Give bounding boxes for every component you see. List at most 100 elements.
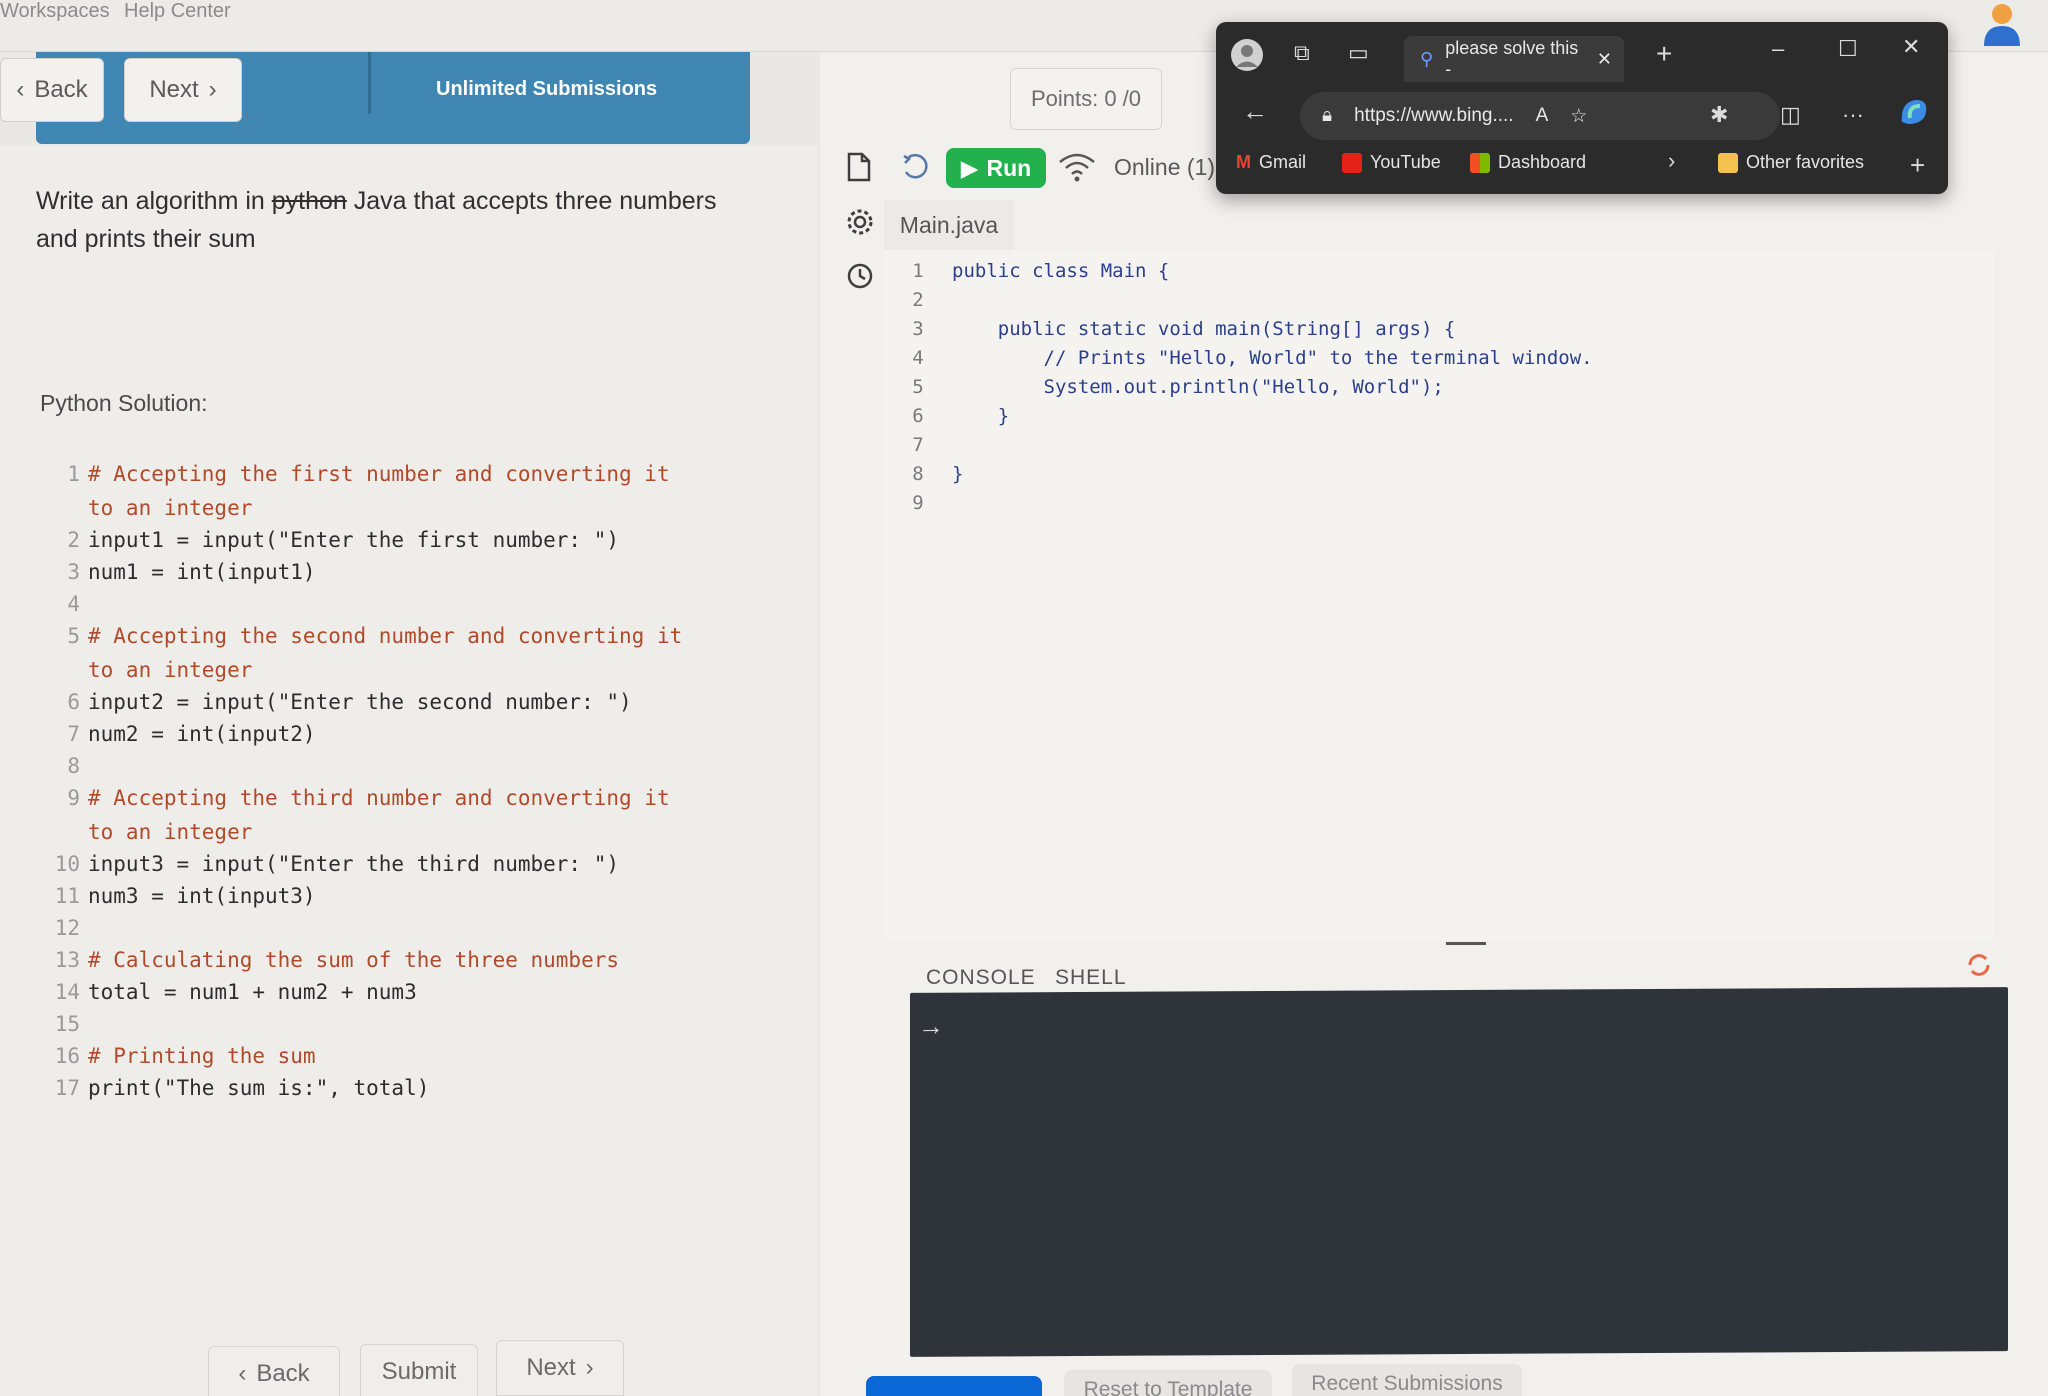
new-tab-icon[interactable]: + xyxy=(1656,38,1672,70)
bookmark-gmail[interactable]: M Gmail xyxy=(1236,152,1306,173)
back-button[interactable]: ‹ Back xyxy=(0,58,104,122)
address-bar[interactable]: 🔒︎ https://www.bing.... A ☆ xyxy=(1300,92,1780,140)
code-text: } xyxy=(952,405,1010,427)
browser-window: ⧉ ▭ ⚲ please solve this - ✕ + – ☐ ✕ ← 🔒︎… xyxy=(1216,22,1948,194)
line-number: 15 xyxy=(54,1012,80,1036)
wifi-icon xyxy=(1058,152,1096,189)
close-window-icon[interactable]: ✕ xyxy=(1902,34,1920,60)
refresh-icon[interactable] xyxy=(1966,952,1992,978)
python-code-line: to an integer xyxy=(42,820,252,844)
code-text: num2 = int(input2) xyxy=(88,722,316,746)
resize-handle[interactable] xyxy=(1446,942,1486,945)
footer-back-button[interactable]: ‹ Back xyxy=(208,1346,340,1396)
line-number: 17 xyxy=(54,1076,80,1100)
line-number: 10 xyxy=(54,852,80,876)
submissions-label: Unlimited Submissions xyxy=(436,78,658,100)
run-button[interactable]: ▶ Run xyxy=(946,148,1046,188)
code-text: to an integer xyxy=(88,820,253,844)
line-number: 6 xyxy=(67,690,80,714)
line-number: 6 xyxy=(912,405,924,427)
code-text: input3 = input("Enter the third number: … xyxy=(88,852,620,876)
python-code-line: 16 # Printing the sum xyxy=(42,1044,316,1068)
line-number: 3 xyxy=(912,318,924,340)
split-screen-icon[interactable]: ◫ xyxy=(1780,102,1801,128)
python-code-line: 5 # Accepting the second number and conve… xyxy=(42,624,682,648)
reset-template-button[interactable]: Reset to Template xyxy=(1064,1370,1272,1396)
line-number: 12 xyxy=(54,916,80,940)
code-text: input1 = input("Enter the first number: … xyxy=(88,528,620,552)
nav-workspaces[interactable]: Workspaces xyxy=(0,0,110,23)
profile-icon[interactable] xyxy=(1230,38,1264,78)
console-output[interactable]: → xyxy=(910,987,2008,1357)
read-aloud-icon[interactable]: A xyxy=(1536,105,1549,127)
file-icon[interactable] xyxy=(846,152,872,189)
header-divider xyxy=(368,52,371,114)
line-number: 11 xyxy=(54,884,80,908)
python-code-line: 1 # Accepting the first number and conver… xyxy=(42,462,670,486)
python-code-line: to an integer xyxy=(42,496,252,520)
clock-icon[interactable] xyxy=(846,262,874,297)
python-code-line: 8 xyxy=(42,754,88,778)
code-text: to an integer xyxy=(88,658,253,682)
primary-action-button[interactable] xyxy=(866,1376,1042,1396)
close-tab-icon[interactable]: ✕ xyxy=(1597,49,1612,70)
java-code-line: 3 public static void main(String[] args)… xyxy=(884,318,1455,340)
youtube-icon xyxy=(1342,152,1362,173)
settings-gear-icon[interactable] xyxy=(846,208,874,243)
line-number: 7 xyxy=(912,434,924,456)
add-favorite-icon[interactable]: + xyxy=(1910,150,1925,181)
line-number: 16 xyxy=(54,1044,80,1068)
code-text: num1 = int(input1) xyxy=(88,560,316,584)
chevron-right-icon[interactable]: › xyxy=(1668,148,1675,174)
line-number: 3 xyxy=(67,560,80,584)
recent-submissions-button[interactable]: Recent Submissions xyxy=(1292,1364,1522,1396)
next-button[interactable]: Next › xyxy=(124,58,242,122)
folder-icon xyxy=(1718,152,1738,173)
copilot-icon[interactable] xyxy=(1896,94,1932,136)
code-text: # Accepting the second number and conver… xyxy=(88,624,683,648)
bookmark-dashboard[interactable]: Dashboard xyxy=(1470,152,1586,173)
other-favorites[interactable]: Other favorites xyxy=(1718,152,1864,173)
tab-console[interactable]: CONSOLE xyxy=(926,966,1036,990)
code-text: print("The sum is:", total) xyxy=(88,1076,430,1100)
profile-avatar[interactable] xyxy=(1980,2,2024,48)
browser-tab[interactable]: ⚲ please solve this - ✕ xyxy=(1404,36,1624,82)
points-display: Points: 0 /0 xyxy=(1010,68,1162,130)
code-text: input2 = input("Enter the second number:… xyxy=(88,690,632,714)
line-number: 4 xyxy=(67,592,80,616)
line-number: 4 xyxy=(912,347,924,369)
code-text: # Accepting the third number and convert… xyxy=(88,786,670,810)
footer-next-button[interactable]: Next › xyxy=(496,1340,624,1396)
nav-help-center[interactable]: Help Center xyxy=(124,0,231,23)
struck-word: python xyxy=(271,187,347,215)
bookmark-youtube[interactable]: YouTube xyxy=(1342,152,1441,173)
line-number: 1 xyxy=(912,260,924,282)
history-undo-icon[interactable] xyxy=(900,152,930,189)
line-number: 1 xyxy=(67,462,80,486)
code-text: } xyxy=(952,463,964,485)
python-code-line: 7 num2 = int(input2) xyxy=(42,722,316,746)
line-number: 9 xyxy=(912,492,924,514)
chevron-left-icon: ‹ xyxy=(16,76,25,103)
favorite-star-icon[interactable]: ☆ xyxy=(1570,105,1587,128)
python-code-line: 17 print("The sum is:", total) xyxy=(42,1076,430,1100)
line-number: 8 xyxy=(67,754,80,778)
java-code-line: 8} xyxy=(884,463,963,485)
maximize-icon[interactable]: ☐ xyxy=(1838,36,1858,62)
minimize-icon[interactable]: – xyxy=(1772,36,1784,62)
tab-actions-icon[interactable]: ▭ xyxy=(1348,40,1369,66)
question-pane xyxy=(0,145,818,1396)
line-number: 14 xyxy=(54,980,80,1004)
java-code-line: 2 xyxy=(884,289,952,311)
code-editor[interactable]: 1 public class Main { 2 3 public static voi… xyxy=(884,250,1994,940)
back-arrow-icon[interactable]: ← xyxy=(1242,96,1268,127)
tab-shell[interactable]: SHELL xyxy=(1055,966,1127,990)
code-text: # Accepting the first number and convert… xyxy=(88,462,670,486)
file-tab-main-java[interactable]: Main.java xyxy=(884,200,1014,250)
more-options-icon[interactable]: ··· xyxy=(1842,102,1864,128)
extensions-icon[interactable]: ✱ xyxy=(1710,102,1728,128)
collections-icon[interactable]: ⧉ xyxy=(1294,40,1310,66)
java-code-line: 1 public class Main { xyxy=(884,260,1169,282)
submit-button[interactable]: Submit xyxy=(360,1344,478,1396)
java-code-line: 7 xyxy=(884,434,952,456)
